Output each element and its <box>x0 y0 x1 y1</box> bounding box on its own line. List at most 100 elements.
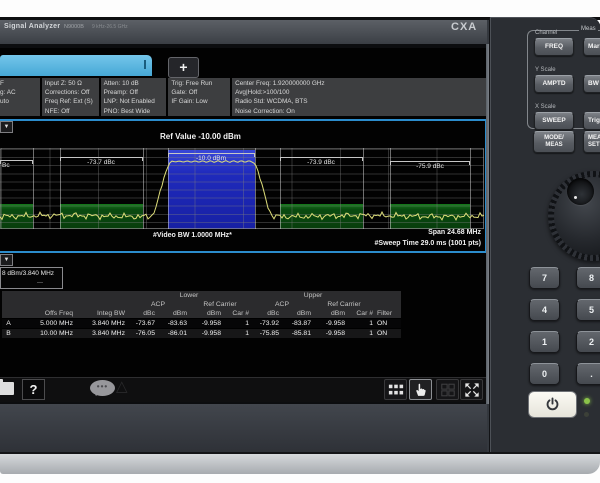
table-cell: ON <box>377 330 388 337</box>
keypad-key-dot[interactable]: . <box>576 363 600 385</box>
keypad-key-4[interactable]: 4 <box>529 299 560 321</box>
mode-meas-line1: MODE/ <box>544 135 564 141</box>
band-power-label: -75.9 dBc <box>416 163 444 170</box>
keypad-key-1[interactable]: 1 <box>529 331 560 353</box>
settings-column-3[interactable]: Atten: 10 dB Preamp: Off LNP: Not Enabled P… <box>100 78 167 116</box>
band-power-label: Bc <box>2 162 10 169</box>
table-cell: B <box>6 330 11 337</box>
settings-line: IF Gain: Low <box>171 98 208 106</box>
span-annotation: Span 24.68 MHz <box>428 229 481 236</box>
table-cell: 3.840 MHz <box>92 330 125 337</box>
ref-value-title: Ref Value -10.00 dBm <box>160 132 241 141</box>
table-group-header: Lower <box>127 291 251 300</box>
split-view-button[interactable] <box>436 379 459 400</box>
carrier-power-value: 8 dBm/3.840 MHz <box>2 270 55 277</box>
settings-column-4[interactable]: Trig: Free Run Gate: Off IF Gain: Low <box>168 78 231 116</box>
table-column-header: dBm <box>157 309 189 319</box>
settings-line: Radio Std: WCDMA, BTS <box>235 98 308 106</box>
folder-icon[interactable] <box>0 379 14 395</box>
knob-dimple[interactable] <box>567 178 594 205</box>
add-tab-button[interactable]: + <box>168 57 199 78</box>
bar-window-menu-button[interactable]: ▼ <box>0 254 13 266</box>
carrier-power-readout: 8 dBm/3.840 MHz — <box>0 267 63 289</box>
keypad-key-0[interactable]: 0 <box>529 363 560 385</box>
table-column-header: dBm <box>313 309 347 319</box>
settings-column-1[interactable]: Fg: AC uto <box>0 78 40 116</box>
table-subgroup-header-row: ACP Ref Carrier ACP Ref Carrier <box>2 300 401 309</box>
spectrum-plot[interactable]: Bc -73.7 dBc -10.0 dBm -73.9 dBc -75.9 dBc <box>0 148 484 229</box>
active-measurement-tab[interactable] <box>0 55 152 76</box>
power-icon <box>546 397 559 411</box>
trigger-button[interactable]: Trigger <box>583 112 600 130</box>
touch-pointer-button[interactable] <box>409 379 432 400</box>
table-cell: 1 <box>369 320 373 327</box>
table-column-header <box>2 309 15 319</box>
device-brand: Signal Analyzer <box>4 23 61 30</box>
screenshot-root: Signal Analyzer N9000B 9 kHz-26.5 GHz CX… <box>0 0 600 483</box>
screen-bezel-bottom <box>0 402 487 453</box>
band-power-label: -73.9 dBc <box>307 159 335 166</box>
meas-setup-button[interactable]: MEAS SETUP <box>583 131 600 153</box>
cxa-logo: CXA <box>451 21 478 33</box>
table-column-header: Offs Freq <box>15 309 75 319</box>
spectrum-window-menu-button[interactable]: ▼ <box>0 121 13 133</box>
table-spacer <box>2 300 127 309</box>
fullscreen-button[interactable] <box>460 379 483 400</box>
keypad-key-8[interactable]: 8 <box>576 267 600 289</box>
table-column-header-row: Offs Freq Integ BW dBc dBm dBm Car # dBc dBm dBm… <box>2 309 401 319</box>
table-cell: 1 <box>245 330 249 337</box>
hand-icon <box>416 383 426 396</box>
settings-line: Preamp: Off <box>103 89 138 97</box>
chat-bubble-icon[interactable]: ••• <box>90 380 115 396</box>
table-cell: -83.63 <box>167 320 187 327</box>
table-spacer <box>375 300 401 309</box>
table-subgroup-header: Ref Carrier <box>189 300 251 309</box>
video-bw-annotation: #Video BW 1.0000 MHz* <box>153 232 232 239</box>
keypad-key-5[interactable]: 5 <box>576 299 600 321</box>
table-cell: 1 <box>369 330 373 337</box>
table-subgroup-header: ACP <box>251 300 313 309</box>
bw-button[interactable]: BW <box>583 75 600 93</box>
table-column-header: dBm <box>281 309 313 319</box>
power-button[interactable] <box>528 391 577 418</box>
settings-line: Trig: Free Run <box>171 80 213 87</box>
marker-button[interactable]: Marker <box>583 38 600 56</box>
mode-meas-button[interactable]: MODE/ MEAS <box>533 131 575 153</box>
amptd-button[interactable]: AMPTD <box>534 75 574 93</box>
standby-led <box>584 412 589 417</box>
settings-line: LNP: Not Enabled <box>103 98 155 106</box>
band-power-label: -10.0 dBm <box>196 155 226 162</box>
settings-line: uto <box>0 98 9 106</box>
keypad-key-7[interactable]: 7 <box>529 267 560 289</box>
settings-column-5[interactable]: Center Freq: 1.920000000 GHz Avg|Hold:>10… <box>232 78 486 116</box>
table-cell: -9.958 <box>325 330 345 337</box>
bar-marker: — <box>37 280 43 286</box>
table-cell: A <box>6 320 11 327</box>
acp-offset-row[interactable]: B 10.00 MHz 3.840 MHz -76.05 -86.01 -9.958 1 -7… <box>2 328 401 338</box>
settings-line: Freq Ref: Ext (S) <box>44 98 93 106</box>
table-spacer <box>375 291 401 300</box>
table-cell: -83.87 <box>291 320 311 327</box>
table-group-header-row: Lower Upper <box>2 291 401 300</box>
settings-line: Center Freq: 1.920000000 GHz <box>235 80 325 87</box>
settings-column-2[interactable]: Input Z: 50 Ω Corrections: Off Freq Ref: E… <box>41 78 99 116</box>
layout-grid-icon <box>388 384 403 394</box>
acp-table: Lower Upper ACP Ref Carrier ACP Ref Carrier Of… <box>2 291 401 338</box>
sweep-button[interactable]: SWEEP <box>534 112 574 130</box>
table-cell: -73.67 <box>135 320 155 327</box>
window-layout-button[interactable] <box>384 379 407 400</box>
table-cell: -9.958 <box>201 320 221 327</box>
help-button[interactable]: ? <box>22 379 45 400</box>
settings-line: Input Z: 50 Ω <box>44 80 82 87</box>
freq-button[interactable]: FREQ <box>534 38 574 56</box>
keypad-key-2[interactable]: 2 <box>576 331 600 353</box>
table-column-header: dBc <box>127 309 157 319</box>
power-led-green <box>584 398 590 404</box>
table-cell: 10.00 MHz <box>40 330 73 337</box>
settings-line: Gate: Off <box>171 89 198 97</box>
screen-right-edge <box>486 44 489 404</box>
table-cell: 3.840 MHz <box>92 320 125 327</box>
table-column-header: dBm <box>189 309 223 319</box>
settings-line: g: AC <box>0 89 16 97</box>
acp-offset-row[interactable]: A 5.000 MHz 3.840 MHz -73.67 -83.63 -9.958 1 -7… <box>2 318 401 329</box>
